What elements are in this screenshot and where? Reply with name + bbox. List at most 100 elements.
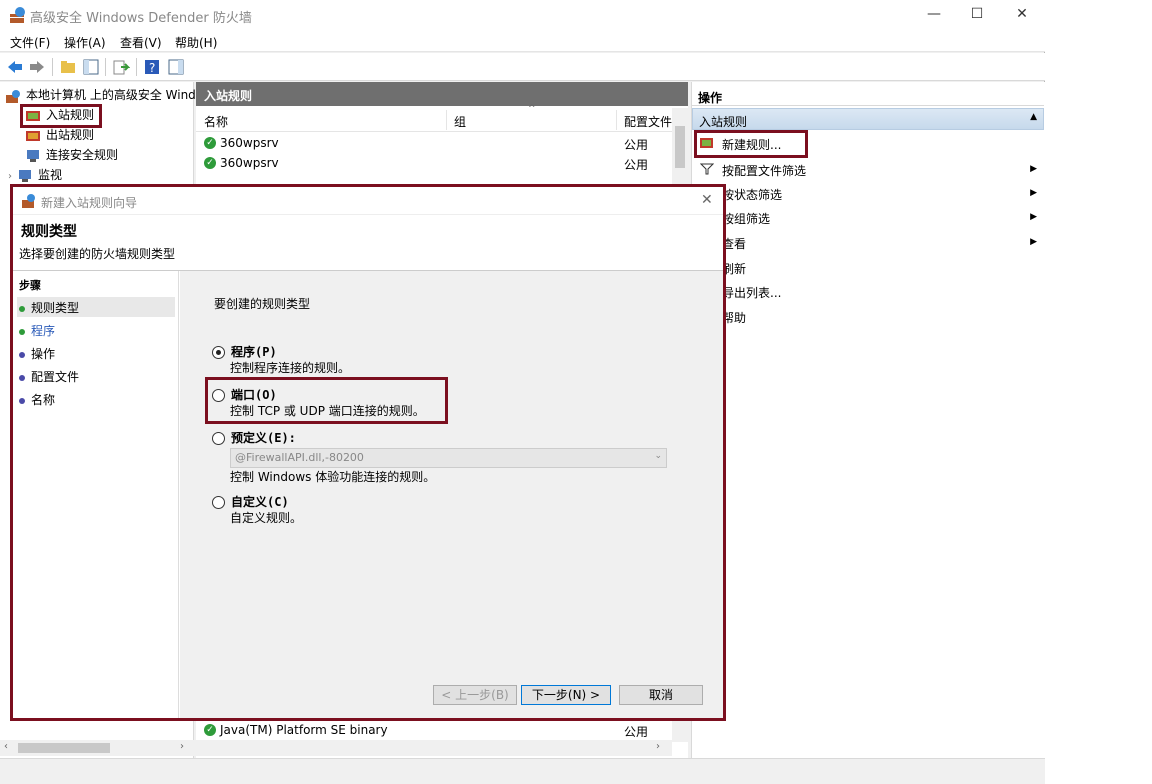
tree-item-label: 出站规则	[46, 128, 95, 142]
option-custom[interactable]: 自定义(C)	[212, 493, 289, 510]
step-label: 配置文件	[31, 370, 80, 384]
radio-custom[interactable]	[212, 496, 225, 509]
tree-item-monitoring[interactable]: › 监视	[8, 166, 62, 183]
action-export-list[interactable]: 导出列表...	[722, 284, 781, 301]
scroll-thumb[interactable]	[675, 126, 685, 168]
outside-area	[1045, 0, 1152, 784]
submenu-arrow-icon: ▶	[1030, 237, 1037, 247]
step-label: 程序	[31, 324, 56, 338]
up-folder-icon[interactable]	[59, 58, 77, 76]
app: 高级安全 Windows Defender 防火墙 — ☐ ✕ 文件(F) 操作…	[0, 0, 1152, 784]
actions-section-inbound[interactable]: 入站规则 ▲	[692, 108, 1044, 130]
column-name[interactable]: 名称	[204, 113, 228, 130]
action-filter-by-group[interactable]: 按组筛选	[722, 210, 770, 227]
step-name: 名称	[17, 389, 175, 409]
enabled-check-icon: ✓	[204, 137, 216, 149]
show-hide-action-pane-icon[interactable]	[167, 58, 185, 76]
dialog-title: 新建入站规则向导	[41, 196, 138, 210]
menu-bar: 文件(F) 操作(A) 查看(V) 帮助(H)	[0, 30, 1045, 52]
table-row[interactable]: ✓ 360wpsrv 公用	[196, 134, 672, 154]
new-inbound-rule-wizard: 新建入站规则向导 ✕ 规则类型 选择要创建的防火墙规则类型 步骤 规则类型 程序…	[10, 184, 726, 721]
scroll-right-icon[interactable]: ›	[180, 741, 184, 752]
status-bar	[0, 758, 1045, 784]
dialog-title-bar: 新建入站规则向导 ✕	[13, 187, 723, 215]
action-filter-by-profile[interactable]: 按配置文件筛选	[722, 162, 806, 179]
rule-profile: 公用	[624, 158, 649, 172]
window-title: 高级安全 Windows Defender 防火墙	[30, 11, 252, 26]
tree-item-connection-security[interactable]: 连接安全规则	[26, 146, 118, 163]
option-desc: 自定义规则。	[230, 511, 303, 525]
back-arrow-icon[interactable]	[6, 58, 24, 76]
column-profile[interactable]: 配置文件	[624, 113, 672, 130]
option-program[interactable]: 程序(P)	[212, 343, 277, 360]
highlight-box-port	[205, 377, 448, 424]
option-predefined[interactable]: 预定义(E):	[212, 429, 296, 446]
menu-file[interactable]: 文件(F)	[10, 34, 50, 51]
dialog-subheading: 选择要创建的防火墙规则类型	[19, 247, 176, 261]
actions-pane: 操作 入站规则 ▲ 新建规则... 按配置文件筛选 ▶ 按状态筛选 ▶ 按组筛选…	[691, 82, 1045, 758]
next-button[interactable]: 下一步(N) >	[521, 685, 611, 705]
maximize-button[interactable]: ☐	[954, 0, 1000, 30]
list-horizontal-scrollbar[interactable]: ›	[196, 740, 672, 756]
option-label: 程序(P)	[231, 345, 277, 359]
tree-item-outbound-rules[interactable]: 出站规则	[26, 126, 94, 143]
step-dot-icon	[19, 374, 25, 381]
close-button[interactable]: ✕	[999, 0, 1045, 30]
export-icon[interactable]	[112, 58, 130, 76]
step-label: 操作	[31, 347, 56, 361]
dialog-close-icon[interactable]: ✕	[701, 192, 713, 208]
toolbar-separator	[52, 58, 53, 76]
step-label: 规则类型	[31, 301, 80, 315]
help-icon[interactable]: ?	[143, 58, 161, 76]
menu-view[interactable]: 查看(V)	[120, 34, 162, 51]
action-filter-by-state[interactable]: 按状态筛选	[722, 186, 782, 203]
column-separator[interactable]	[616, 110, 617, 130]
back-button[interactable]: < 上一步(B)	[433, 685, 517, 705]
expand-chevron-icon[interactable]: ›	[8, 171, 12, 182]
predefined-select[interactable]: @FirewallAPI.dll,-80200 ⌄	[230, 448, 667, 468]
menu-help[interactable]: 帮助(H)	[175, 34, 217, 51]
step-action: 操作	[17, 343, 175, 363]
tree-horizontal-scrollbar[interactable]: ‹ ›	[0, 740, 194, 756]
step-label: 名称	[31, 393, 56, 407]
option-label: 预定义(E):	[231, 431, 296, 445]
collapse-up-icon[interactable]: ▲	[1030, 112, 1037, 122]
submenu-arrow-icon: ▶	[1030, 212, 1037, 222]
toolbar-separator	[105, 58, 106, 76]
scroll-right-icon[interactable]: ›	[656, 741, 660, 752]
svg-text:?: ?	[149, 61, 155, 75]
menu-action[interactable]: 操作(A)	[64, 34, 106, 51]
scroll-left-icon[interactable]: ‹	[4, 741, 8, 752]
column-separator[interactable]	[446, 110, 447, 130]
step-dot-icon	[19, 328, 25, 335]
option-label: 自定义(C)	[231, 495, 289, 509]
toolbar-separator	[136, 58, 137, 76]
cancel-button[interactable]: 取消	[619, 685, 703, 705]
firewall-root-icon	[6, 89, 20, 103]
firewall-app-icon	[22, 194, 35, 208]
minimize-button[interactable]: —	[911, 0, 957, 30]
forward-arrow-icon[interactable]	[28, 58, 46, 76]
wizard-steps: 步骤 规则类型 程序 操作 配置文件 名称	[13, 271, 179, 718]
dialog-heading: 规则类型	[21, 224, 77, 240]
rule-name: 360wpsrv	[220, 136, 279, 150]
title-bar: 高级安全 Windows Defender 防火墙 — ☐ ✕	[0, 0, 1045, 30]
scroll-thumb[interactable]	[18, 743, 110, 753]
column-group[interactable]: 组	[454, 113, 466, 130]
tree-item-label: 监视	[38, 168, 63, 182]
rule-name: Java(TM) Platform SE binary	[220, 723, 388, 737]
predefined-select-value: @FirewallAPI.dll,-80200	[235, 451, 364, 464]
radio-program[interactable]	[212, 346, 225, 359]
option-desc: 控制 Windows 体验功能连接的规则。	[230, 470, 436, 484]
table-row[interactable]: ✓ Java(TM) Platform SE binary 公用	[196, 721, 672, 741]
show-hide-tree-icon[interactable]	[82, 58, 100, 76]
tree-root[interactable]: 本地计算机 上的高级安全 Wind	[6, 86, 196, 103]
sort-caret-icon: ^	[528, 104, 536, 114]
connection-security-icon	[27, 149, 39, 162]
rule-profile: 公用	[624, 138, 649, 152]
radio-predefined[interactable]	[212, 432, 225, 445]
rule-profile: 公用	[624, 725, 649, 739]
action-label: 按状态筛选	[722, 188, 783, 202]
table-row[interactable]: ✓ 360wpsrv 公用	[196, 154, 672, 174]
tree-root-label: 本地计算机 上的高级安全 Wind	[26, 88, 196, 102]
